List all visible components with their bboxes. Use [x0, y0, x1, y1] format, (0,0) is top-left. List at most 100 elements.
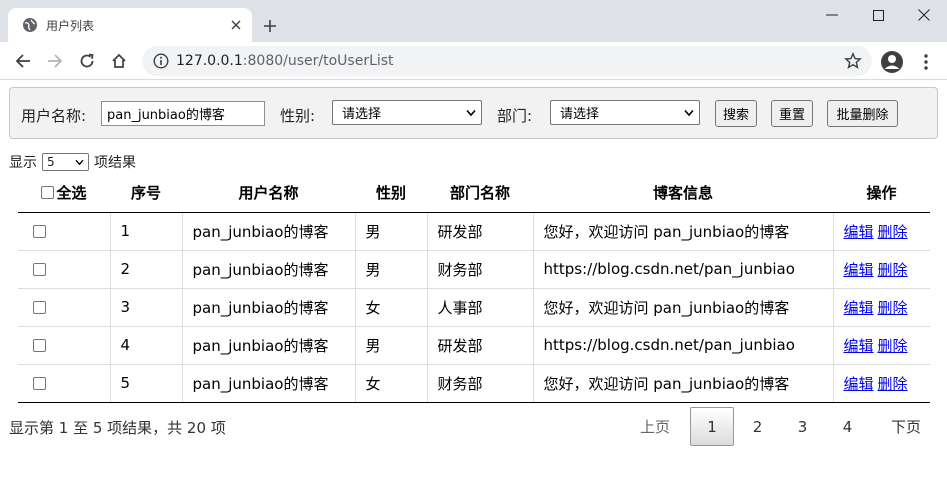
row-dept: 研发部 — [427, 326, 534, 365]
username-label: 用户名称: — [21, 107, 87, 125]
row-actions: 编辑 删除 — [833, 364, 930, 403]
url-path: :8080/user/toUserList — [242, 53, 394, 69]
search-button[interactable]: 搜索 — [715, 100, 757, 127]
select-all-label: 全选 — [56, 184, 87, 203]
minimize-icon[interactable] — [809, 0, 855, 30]
gender-select[interactable]: 请选择 — [332, 100, 482, 125]
maximize-icon[interactable] — [855, 0, 901, 30]
delete-link[interactable]: 删除 — [878, 299, 908, 317]
next-page-button[interactable]: 下页 — [881, 407, 931, 446]
edit-link[interactable]: 编辑 — [844, 261, 874, 279]
row-dept: 财务部 — [427, 364, 534, 403]
browser-menu-icon[interactable] — [916, 50, 936, 74]
chevron-down-icon — [466, 109, 476, 117]
chevron-down-icon — [684, 109, 694, 117]
page-size-select[interactable]: 5 — [42, 153, 89, 171]
page-1-button[interactable]: 1 — [690, 407, 734, 446]
row-index: 5 — [110, 364, 183, 403]
edit-link[interactable]: 编辑 — [844, 223, 874, 241]
browser-tab[interactable]: 用户列表 — [8, 8, 252, 42]
row-dept: 研发部 — [427, 212, 534, 251]
page-3-button[interactable]: 3 — [780, 407, 825, 446]
delete-link[interactable]: 删除 — [878, 261, 908, 279]
row-index: 4 — [110, 326, 183, 365]
row-index: 3 — [110, 288, 183, 327]
page-size-control: 显示 5 项结果 — [9, 152, 136, 172]
select-all-checkbox[interactable] — [41, 186, 55, 200]
tab-title: 用户列表 — [46, 18, 95, 33]
delete-link[interactable]: 删除 — [878, 337, 908, 355]
delete-link[interactable]: 删除 — [878, 375, 908, 393]
row-select-cell — [18, 326, 111, 365]
row-dept: 人事部 — [427, 288, 534, 327]
row-dept: 财务部 — [427, 250, 534, 289]
row-index: 1 — [110, 212, 183, 251]
reload-icon[interactable] — [72, 46, 102, 76]
edit-link[interactable]: 编辑 — [844, 375, 874, 393]
row-gender: 男 — [355, 250, 428, 289]
result-info: 显示第 1 至 5 项结果，共 20 项 — [9, 419, 226, 437]
row-username: pan_junbiao的博客 — [182, 326, 356, 365]
table-header-row: 全选 序号 用户名称 性别 部门名称 博客信息 操作 — [18, 174, 930, 213]
page-size-suffix: 项结果 — [94, 155, 136, 171]
search-panel: 用户名称: 性别: 请选择 部门: 请选择 搜索 重置 批量删除 — [9, 87, 938, 139]
row-actions: 编辑 删除 — [833, 212, 930, 251]
close-tab-icon[interactable] — [222, 11, 250, 39]
new-tab-icon[interactable] — [256, 12, 284, 40]
row-checkbox[interactable] — [33, 377, 46, 390]
browser-titlebar: 用户列表 — [0, 0, 947, 42]
row-select-cell — [18, 364, 111, 403]
row-select-cell — [18, 250, 111, 289]
page-size-prefix: 显示 — [9, 155, 37, 171]
table-row: 4 pan_junbiao的博客男研发部 https://blog.csdn.net… — [18, 326, 930, 365]
row-select-cell — [18, 288, 111, 327]
page-2-button[interactable]: 2 — [735, 407, 780, 446]
back-arrow-icon[interactable] — [8, 46, 38, 76]
row-gender: 男 — [355, 212, 428, 251]
row-blog: https://blog.csdn.net/pan_junbiao — [533, 326, 834, 365]
username-input[interactable] — [101, 101, 265, 126]
dept-select-value: 请选择 — [560, 107, 600, 122]
browser-toolbar: 127.0.0.1:8080/user/toUserList — [0, 42, 947, 80]
row-checkbox[interactable] — [33, 263, 46, 276]
edit-link[interactable]: 编辑 — [844, 299, 874, 317]
batch-delete-button[interactable]: 批量删除 — [827, 100, 898, 127]
delete-link[interactable]: 删除 — [878, 223, 908, 241]
reset-button[interactable]: 重置 — [771, 100, 813, 127]
gender-select-value: 请选择 — [342, 107, 382, 122]
row-username: pan_junbiao的博客 — [182, 250, 356, 289]
table-row: 1 pan_junbiao的博客男研发部 您好，欢迎访问 pan_junbiao的博… — [18, 212, 930, 251]
prev-page-button[interactable]: 上页 — [632, 407, 678, 446]
page-4-button[interactable]: 4 — [825, 407, 870, 446]
row-gender: 男 — [355, 326, 428, 365]
row-gender: 女 — [355, 364, 428, 403]
bookmark-star-icon[interactable] — [844, 52, 862, 70]
edit-link[interactable]: 编辑 — [844, 337, 874, 355]
row-checkbox[interactable] — [33, 339, 46, 352]
forward-arrow-icon[interactable] — [40, 46, 70, 76]
gender-label: 性别: — [280, 107, 316, 125]
table-body: 1 pan_junbiao的博客男研发部 您好，欢迎访问 pan_junbiao的博… — [18, 212, 930, 403]
address-bar[interactable]: 127.0.0.1:8080/user/toUserList — [142, 46, 872, 76]
profile-avatar-icon[interactable] — [879, 49, 905, 75]
home-icon[interactable] — [104, 46, 134, 76]
page-size-value: 5 — [47, 155, 55, 169]
row-actions: 编辑 删除 — [833, 326, 930, 365]
actions-header: 操作 — [833, 174, 930, 213]
globe-icon — [22, 17, 38, 33]
dept-label: 部门: — [497, 107, 533, 125]
row-blog: 您好，欢迎访问 pan_junbiao的博客 — [533, 212, 834, 251]
table-row: 2 pan_junbiao的博客男财务部 https://blog.csdn.net… — [18, 250, 930, 289]
blog-header: 博客信息 — [533, 174, 833, 213]
dept-header: 部门名称 — [427, 174, 533, 213]
username-header: 用户名称 — [182, 174, 355, 213]
row-username: pan_junbiao的博客 — [182, 212, 356, 251]
row-blog: https://blog.csdn.net/pan_junbiao — [533, 250, 834, 289]
row-index: 2 — [110, 250, 183, 289]
dept-select[interactable]: 请选择 — [550, 100, 700, 125]
row-blog: 您好，欢迎访问 pan_junbiao的博客 — [533, 288, 834, 327]
window-close-icon[interactable] — [901, 0, 947, 30]
info-icon[interactable] — [152, 52, 170, 70]
row-checkbox[interactable] — [33, 225, 46, 238]
row-checkbox[interactable] — [33, 301, 46, 314]
